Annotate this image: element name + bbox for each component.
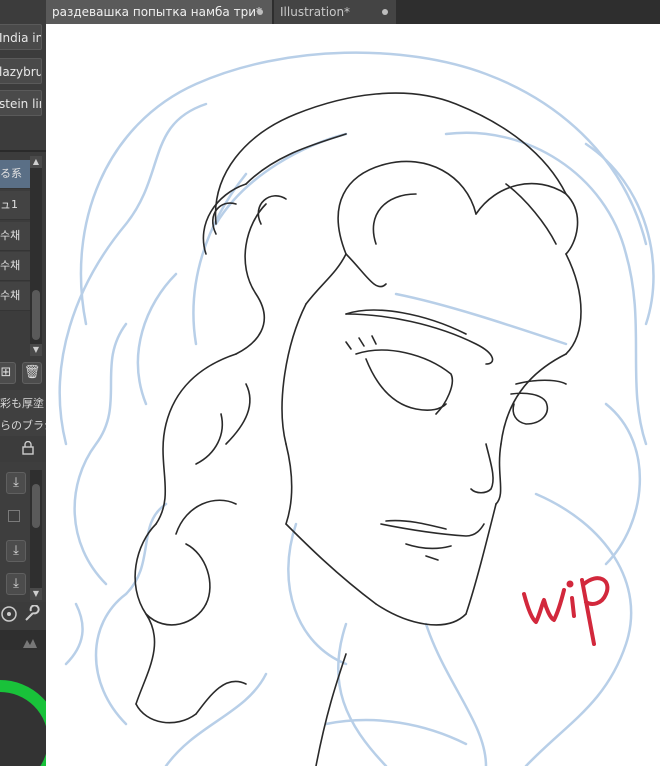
sub-tool-item[interactable]: 수채: [0, 222, 30, 251]
scroll-up-icon[interactable]: ▲: [30, 156, 42, 168]
checkbox[interactable]: [8, 510, 20, 522]
scrollbar-thumb[interactable]: [32, 484, 40, 528]
sub-tool-item[interactable]: る系: [0, 160, 30, 189]
tab-document-2[interactable]: Illustration*: [274, 0, 396, 24]
brush-preset-1[interactable]: India in: [0, 24, 42, 50]
divider: [0, 150, 46, 152]
lock-icon[interactable]: [22, 440, 34, 459]
wip-annotation: [522, 576, 610, 646]
drawing-canvas[interactable]: wip: [46, 24, 660, 766]
lineart-layer: [134, 92, 582, 766]
sub-tool-panel: India in lazybru stein lin る系 ュ1 수채 수채 수…: [0, 0, 46, 766]
add-layer-icon[interactable]: ⊞: [0, 362, 16, 384]
download-icon[interactable]: ⤓: [6, 472, 26, 494]
tab-label: раздевашка попытка намба три*: [52, 5, 262, 19]
close-icon[interactable]: [382, 9, 388, 15]
tab-document-1[interactable]: раздевашка попытка намба три*: [46, 0, 272, 24]
scrollbar-thumb[interactable]: [32, 290, 40, 340]
scroll-down-icon[interactable]: ▼: [30, 344, 42, 356]
sub-tool-item[interactable]: 수채: [0, 252, 30, 281]
color-wheel[interactable]: [0, 680, 46, 766]
download-icon[interactable]: ⤓: [6, 540, 26, 562]
property-label: 彩も厚塗: [0, 397, 44, 410]
scroll-down-icon[interactable]: ▼: [30, 588, 42, 600]
sub-tool-item[interactable]: ュ1: [0, 191, 30, 220]
property-label: らのブラシ: [0, 419, 46, 432]
compass-icon[interactable]: [0, 603, 20, 629]
sub-tool-item[interactable]: 수채: [0, 282, 30, 311]
brush-preset-3[interactable]: stein lin: [0, 90, 42, 116]
trash-icon[interactable]: 🗑: [22, 362, 42, 384]
wrench-icon[interactable]: [22, 604, 40, 627]
sketch-layer: [58, 51, 655, 766]
close-icon[interactable]: [257, 9, 263, 15]
brush-preset-2[interactable]: lazybru: [0, 58, 42, 84]
download-icon[interactable]: ⤓: [6, 573, 26, 595]
document-tab-bar: раздевашка попытка намба три* Illustrati…: [46, 0, 660, 24]
tab-label: Illustration*: [280, 5, 351, 19]
